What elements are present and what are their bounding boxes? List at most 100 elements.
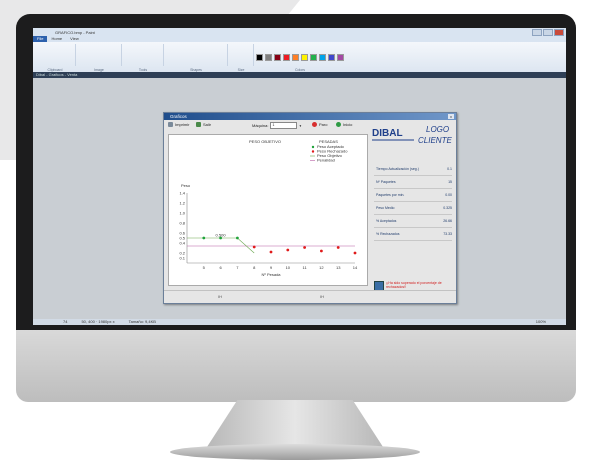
start-button[interactable]: Inicio (336, 122, 352, 127)
y-tick-label: 1.2 (179, 201, 185, 206)
color-swatch[interactable] (328, 54, 335, 61)
x-axis-label: Nº Pesada (261, 272, 281, 277)
print-button[interactable]: Imprimir (168, 122, 189, 127)
stat-label: Tiempo Actualización (seg.) (376, 167, 419, 171)
color-swatch[interactable] (319, 54, 326, 61)
color-swatch[interactable] (265, 54, 272, 61)
stat-label: Paquetes por min. (376, 193, 405, 197)
stat-value: 26.66 (443, 219, 452, 223)
x-tick-label: 7 (236, 265, 239, 270)
x-tick-label: 5 (203, 265, 206, 270)
target-line (187, 237, 255, 254)
rejected-point (286, 248, 290, 252)
stat-label: % Rechazados (376, 232, 400, 236)
color-swatch[interactable] (301, 54, 308, 61)
monitor-bezel (16, 330, 576, 402)
stop-button[interactable]: Paro (312, 122, 327, 127)
stat-value: 15 (448, 180, 452, 184)
dialog-titlebar: Graficos x (164, 113, 456, 120)
y-tick-label: 0.6 (179, 231, 185, 236)
stat-label: Nº Paquetes (376, 180, 396, 184)
stat-value: 0.00 (445, 193, 452, 197)
y-tick-label: 0.2 (179, 251, 185, 256)
window-controls (532, 29, 564, 36)
ribbon-group-colors[interactable]: Colors (255, 44, 345, 79)
dibal-logo: DIBAL LOGO CLIENTE (372, 125, 452, 145)
ribbon-group-size[interactable]: Size (229, 44, 254, 72)
machine-selector: Máquina: 1 ▾ (252, 122, 302, 129)
y-tick-label: 0.1 (179, 256, 185, 261)
legend-marker (311, 150, 315, 153)
y-axis-label: Peso (181, 183, 191, 188)
x-tick-label: 8 (253, 265, 256, 270)
rejected-point (320, 249, 323, 253)
stat-value: 0.1 (447, 167, 452, 171)
legend-marker (311, 145, 315, 149)
close-button[interactable] (554, 29, 564, 36)
ribbon-group-shapes[interactable]: Shapes (165, 44, 228, 72)
x-tick-label: 10 (286, 265, 291, 270)
logo-area: DIBAL LOGO CLIENTE (370, 121, 452, 145)
dialog-close-button[interactable]: x (448, 114, 454, 119)
svg-text:LOGO: LOGO (426, 125, 449, 134)
monitor-stand (205, 400, 385, 450)
stat-divider (374, 188, 452, 189)
accepted-point (236, 236, 239, 240)
maximize-button[interactable] (543, 29, 553, 36)
ribbon-group-clipboard[interactable]: Clipboard (35, 44, 76, 72)
ribbon-group-image[interactable]: Image (77, 44, 122, 72)
minimize-button[interactable] (532, 29, 542, 36)
chart-panel: PESO OBJETIVO PESADAS Peso Nº Pesada 0.1 0.2 0… (168, 134, 368, 286)
stat-row: % Rechazados 73.33 (376, 232, 452, 236)
color-swatch[interactable] (310, 54, 317, 61)
stat-value: 0.325 (443, 206, 452, 210)
status-bar: 74 50, 400 · 1980px x Tamaño: 9,4KB 100% (33, 319, 566, 325)
color-swatch[interactable] (283, 54, 290, 61)
x-tick-label: 13 (336, 265, 341, 270)
exit-icon (196, 122, 201, 127)
value-annotation: 0.500 (216, 233, 227, 238)
y-tick-label: 1.0 (179, 211, 185, 216)
color-swatch[interactable] (337, 54, 344, 61)
legend-label: Penalidad (317, 158, 335, 163)
weight-chart: PESO OBJETIVO PESADASPesoNº Pesada0.10.20… (179, 139, 358, 277)
color-swatch[interactable] (274, 54, 281, 61)
ribbon-group-tools[interactable]: Tools (123, 44, 164, 72)
start-icon (336, 122, 341, 127)
exit-button[interactable]: Salir (196, 122, 211, 127)
x-tick-label: 6 (219, 265, 222, 270)
stat-row: Peso Medio 0.325 (376, 206, 452, 210)
stat-row: Paquetes por min. 0.00 (376, 193, 452, 197)
stat-divider (374, 175, 452, 176)
y-tick-label: 0.8 (179, 221, 185, 226)
rejected-point (303, 246, 306, 249)
stop-icon (312, 122, 317, 127)
x-tick-label: 9 (270, 265, 273, 270)
x-tick-label: 12 (319, 265, 324, 270)
ribbon: Clipboard Image Tools Shapes Size Colors (33, 42, 566, 79)
screen: GRAFICO.bmp - Paint File Home View Clipb… (33, 28, 566, 325)
color-swatch[interactable] (256, 54, 263, 61)
y-tick-label: 1.4 (179, 191, 185, 196)
rejected-point (269, 250, 273, 254)
x-tick-label: 11 (303, 265, 308, 270)
window-titlebar: GRAFICO.bmp - Paint (33, 28, 566, 36)
chart-title: PESO OBJETIVO (249, 139, 281, 144)
rejected-point (353, 251, 357, 255)
chevron-down-icon[interactable]: ▾ (299, 124, 301, 128)
rejected-point (252, 245, 256, 249)
stat-row: Tiempo Actualización (seg.) 0.1 (376, 167, 452, 171)
stat-label: % Aceptados (376, 219, 397, 223)
y-tick-label: 0.4 (179, 241, 185, 246)
machine-select[interactable]: 1 (270, 122, 298, 129)
stat-divider (374, 227, 452, 228)
stat-row: % Aceptados 26.66 (376, 219, 452, 223)
stat-divider (374, 240, 452, 241)
svg-text:DIBAL: DIBAL (372, 128, 403, 139)
color-swatch[interactable] (292, 54, 299, 61)
dialog-footer: IH IH (164, 290, 456, 303)
monitor-base (170, 444, 420, 460)
stat-divider (374, 201, 452, 202)
rejected-point (336, 246, 340, 249)
window-title: GRAFICO.bmp - Paint (55, 30, 95, 35)
